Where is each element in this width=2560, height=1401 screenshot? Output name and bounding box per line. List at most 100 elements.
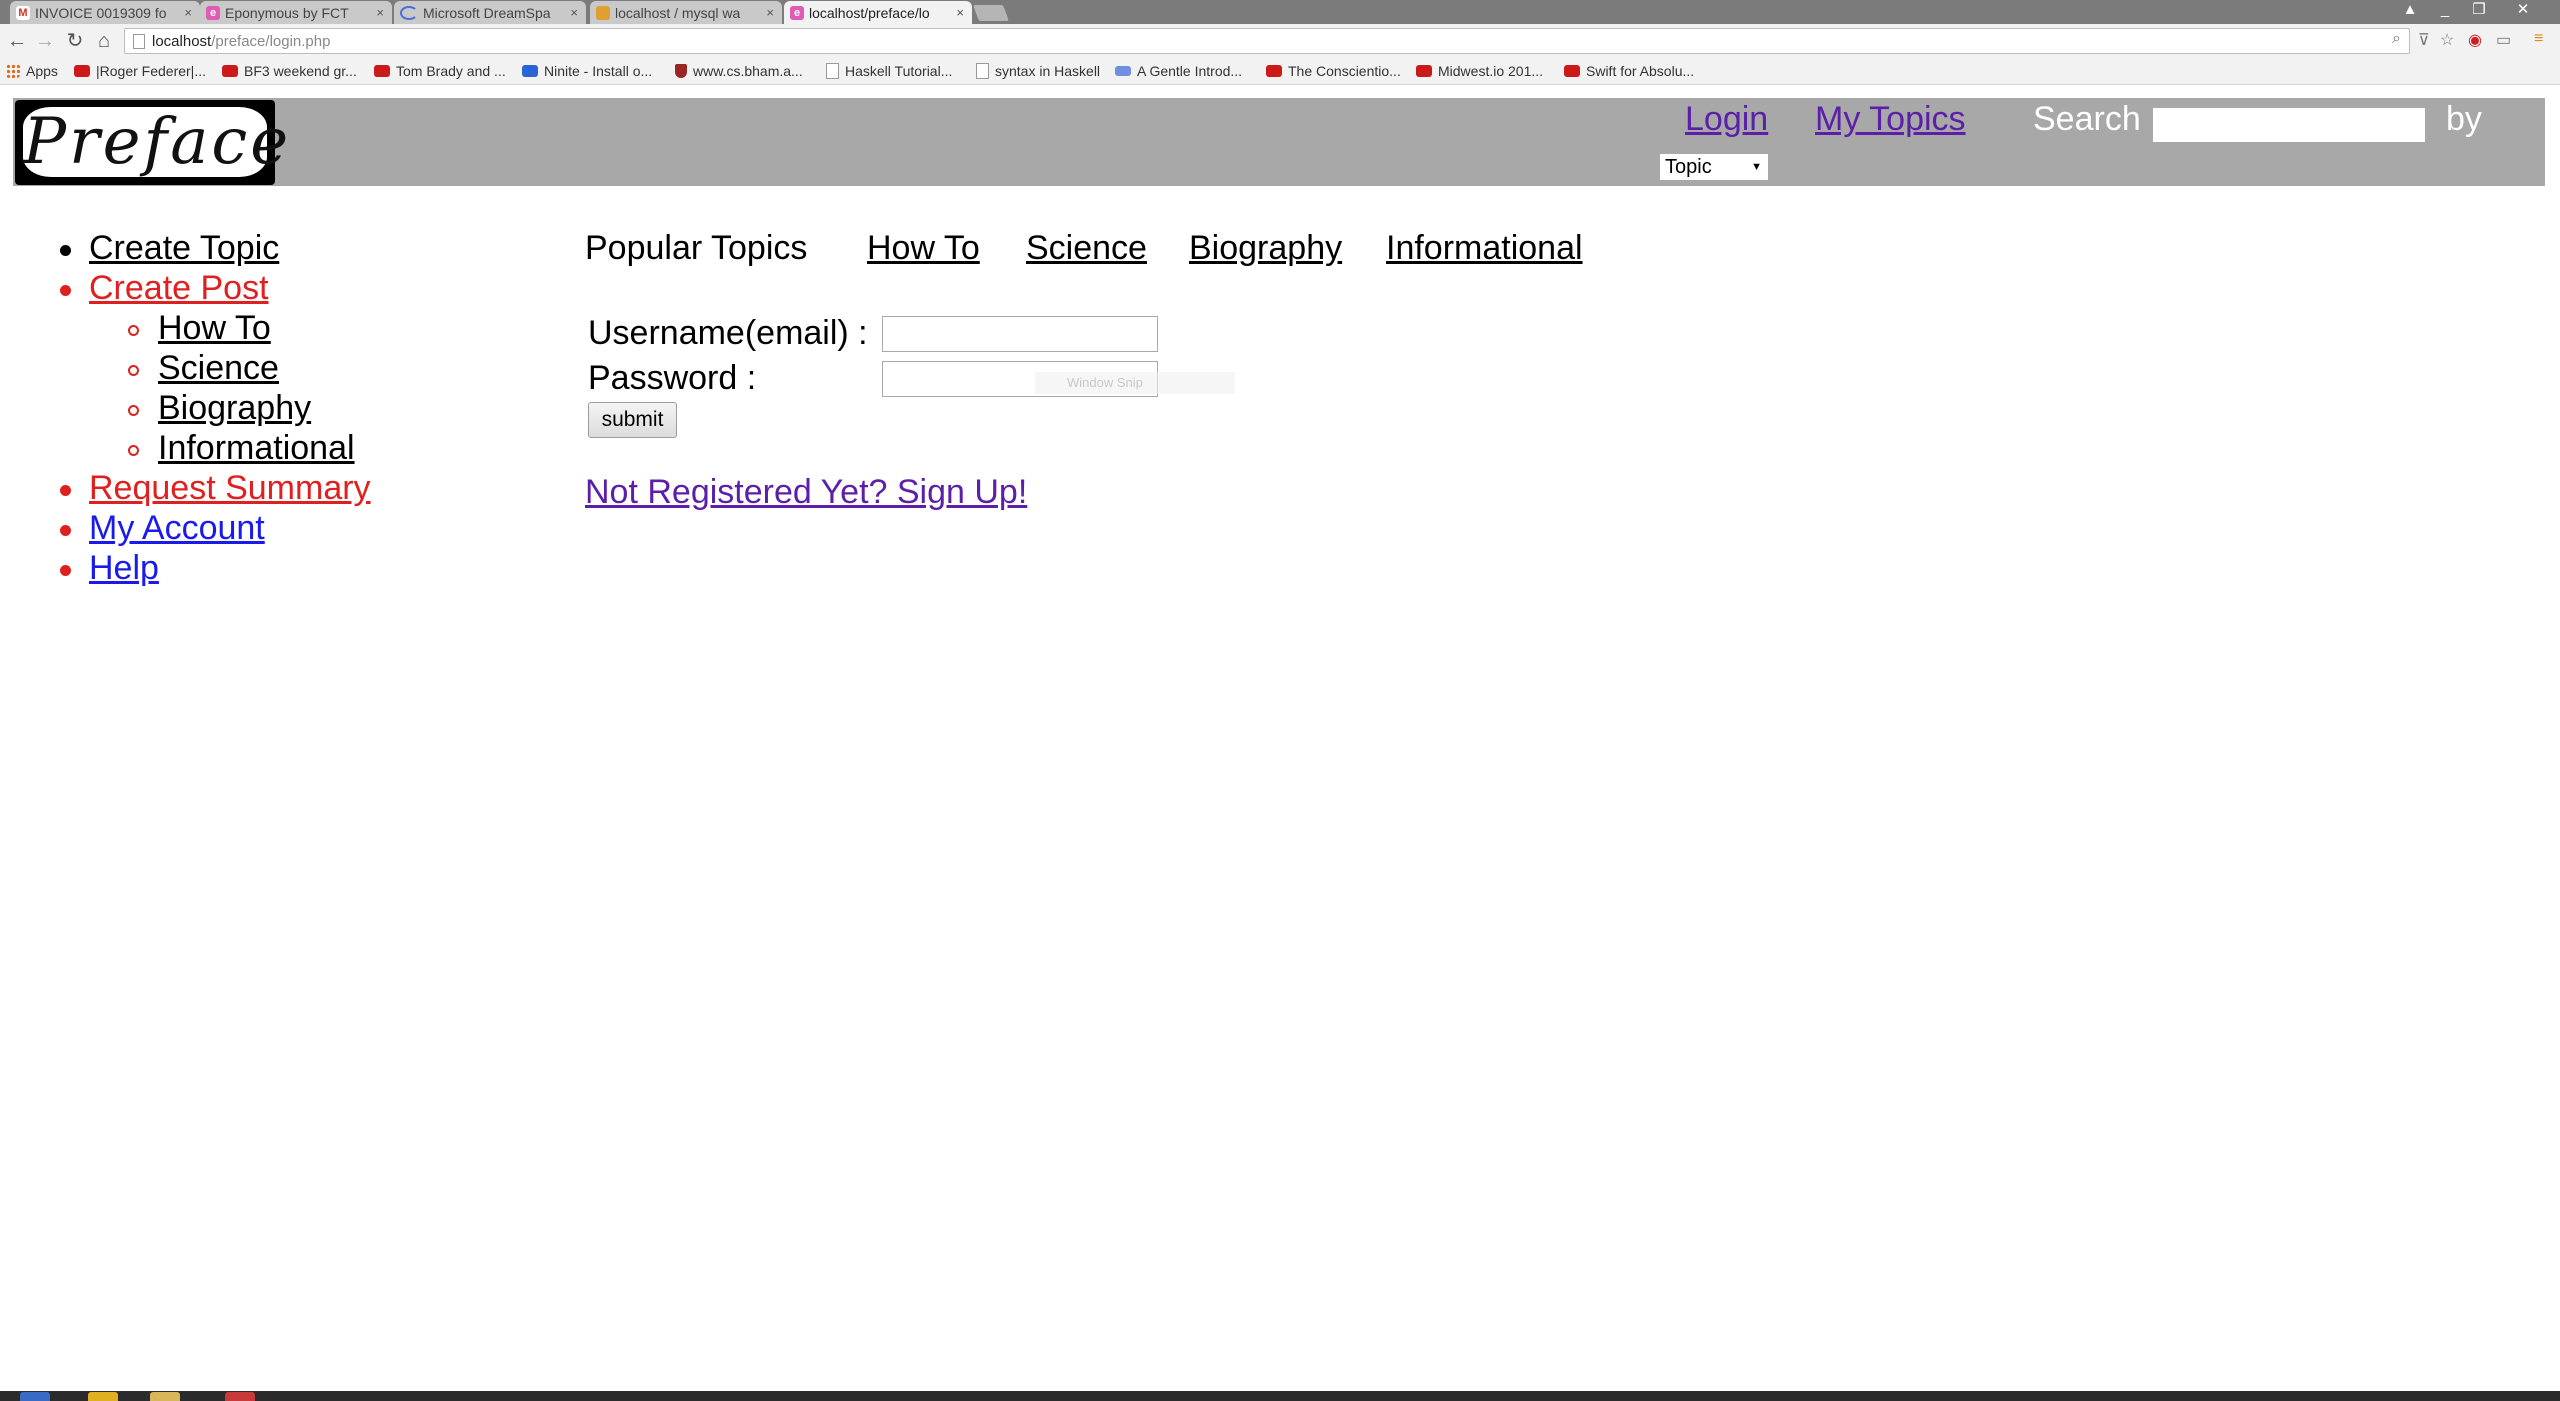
- chrome-taskbar-icon[interactable]: [88, 1392, 118, 1401]
- menu-icon[interactable]: ≡: [2534, 30, 2543, 48]
- back-arrow-icon[interactable]: ←: [4, 29, 30, 53]
- my-topics-link[interactable]: My Topics: [1815, 100, 1966, 139]
- site-icon: e: [206, 5, 220, 20]
- sidebar-item-request-summary[interactable]: Request Summary: [89, 468, 371, 508]
- search-input[interactable]: [2153, 108, 2425, 142]
- popular-link-science[interactable]: Science: [1026, 228, 1147, 268]
- signup-link[interactable]: Not Registered Yet? Sign Up!: [585, 472, 1027, 512]
- link-icon: [1115, 66, 1131, 76]
- bookmark-item[interactable]: The Conscientio...: [1266, 63, 1401, 79]
- start-icon[interactable]: [20, 1392, 50, 1401]
- sidebar-subitem-biography[interactable]: Biography: [158, 388, 311, 428]
- bookmark-item[interactable]: |Roger Federer|...: [74, 63, 206, 79]
- bookmark-item[interactable]: Haskell Tutorial...: [826, 63, 952, 79]
- circle-bullet-icon: [128, 365, 139, 376]
- circle-bullet-icon: [128, 405, 139, 416]
- search-by-label: by: [2446, 100, 2482, 138]
- bookmark-item[interactable]: Midwest.io 201...: [1416, 63, 1543, 79]
- site-header: Preface Login My Topics Search by Topic …: [13, 98, 2545, 186]
- login-link[interactable]: Login: [1685, 100, 1768, 139]
- browser-tab-invoice[interactable]: M INVOICE 0019309 fo ×: [10, 1, 200, 24]
- sidebar-subitem-how-to[interactable]: How To: [158, 308, 271, 348]
- search-by-value: Topic: [1665, 156, 1712, 178]
- popular-topics-label: Popular Topics: [585, 229, 808, 267]
- app-icon[interactable]: [225, 1392, 255, 1401]
- new-tab-button[interactable]: [973, 5, 1009, 21]
- search-label: Search: [2033, 100, 2141, 138]
- cast-icon[interactable]: ▭: [2496, 30, 2511, 50]
- youtube-icon: [374, 65, 390, 77]
- sidebar-subitem-informational[interactable]: Informational: [158, 428, 355, 468]
- phpmyadmin-icon: [596, 5, 610, 20]
- logo-text: Preface: [23, 105, 292, 179]
- browser-tab-dreamspark[interactable]: Microsoft DreamSpa ×: [394, 1, 586, 24]
- sidebar-item-create-post[interactable]: Create Post: [89, 268, 269, 308]
- tab-close-icon[interactable]: ×: [956, 5, 964, 20]
- browser-tab-preface-login[interactable]: e localhost/preface/lo ×: [784, 1, 972, 24]
- circle-bullet-icon: [128, 445, 139, 456]
- bookmark-item[interactable]: syntax in Haskell: [976, 63, 1100, 79]
- bookmark-label: BF3 weekend gr...: [244, 63, 357, 79]
- bookmark-label: Swift for Absolu...: [1586, 63, 1695, 79]
- bookmark-item[interactable]: www.cs.bham.a...: [675, 63, 803, 79]
- reload-icon[interactable]: ↻: [62, 29, 88, 53]
- bookmark-item[interactable]: BF3 weekend gr...: [222, 63, 357, 79]
- sidebar-item-help[interactable]: Help: [89, 548, 159, 588]
- sidebar-item-create-topic[interactable]: Create Topic: [89, 228, 279, 268]
- folder-icon[interactable]: [150, 1392, 180, 1401]
- page-icon: [826, 63, 839, 79]
- bookmark-item[interactable]: Swift for Absolu...: [1564, 63, 1694, 79]
- username-input[interactable]: [882, 316, 1158, 352]
- tab-title: localhost/preface/lo: [809, 4, 930, 21]
- os-taskbar: [0, 1391, 2560, 1401]
- bookmark-item[interactable]: Ninite - Install o...: [522, 63, 652, 79]
- sidebar-item-my-account[interactable]: My Account: [89, 508, 265, 548]
- apps-icon: [6, 64, 20, 78]
- popular-link-how-to[interactable]: How To: [867, 228, 980, 268]
- search-by-select[interactable]: Topic ▼: [1660, 154, 1768, 180]
- bookmarks-bar: Apps |Roger Federer|... BF3 weekend gr..…: [0, 58, 2560, 85]
- bullet-icon: [60, 285, 71, 296]
- bookmark-item[interactable]: Tom Brady and ...: [374, 63, 506, 79]
- tab-close-icon[interactable]: ×: [570, 5, 578, 20]
- window-snip-overlay: Window Snip: [1035, 372, 1235, 394]
- tab-title: localhost / mysql wa: [615, 4, 741, 21]
- browser-tab-eponymous[interactable]: e Eponymous by FCT ×: [200, 1, 392, 24]
- url-host: localhost: [152, 32, 212, 50]
- site-icon: e: [790, 5, 804, 20]
- popular-link-informational[interactable]: Informational: [1386, 228, 1583, 268]
- bookmark-item[interactable]: A Gentle Introd...: [1115, 63, 1242, 79]
- tab-title: Microsoft DreamSpa: [423, 4, 551, 21]
- tab-close-icon[interactable]: ×: [376, 5, 384, 20]
- loading-icon: [400, 5, 418, 20]
- address-bar[interactable]: localhost/preface/login.php: [124, 28, 2410, 54]
- tab-title: Eponymous by FCT: [225, 4, 349, 21]
- zoom-icon[interactable]: ⌕: [2392, 30, 2401, 48]
- sidebar-subitem-science[interactable]: Science: [158, 348, 279, 388]
- opera-extension-icon[interactable]: ◉: [2468, 30, 2482, 50]
- restore-icon[interactable]: ❐: [2464, 0, 2494, 20]
- bookmark-label: Haskell Tutorial...: [845, 63, 953, 79]
- bookmark-label: www.cs.bham.a...: [693, 63, 803, 79]
- bullet-icon: [60, 245, 71, 256]
- tab-close-icon[interactable]: ×: [766, 5, 774, 20]
- bookmark-label: The Conscientio...: [1288, 63, 1401, 79]
- forward-arrow-icon[interactable]: →: [32, 29, 58, 53]
- filter-icon[interactable]: ⊽: [2418, 30, 2430, 50]
- browser-tab-phpmyadmin[interactable]: localhost / mysql wa ×: [590, 1, 782, 24]
- popular-link-biography[interactable]: Biography: [1189, 228, 1342, 268]
- page-icon: [133, 33, 145, 49]
- circle-bullet-icon: [128, 325, 139, 336]
- tab-title: INVOICE 0019309 fo: [35, 4, 167, 21]
- home-icon[interactable]: ⌂: [91, 29, 117, 53]
- bookmark-label: Apps: [26, 63, 58, 79]
- tab-close-icon[interactable]: ×: [184, 5, 192, 20]
- close-window-icon[interactable]: ✕: [2508, 0, 2538, 20]
- submit-button[interactable]: submit: [588, 402, 677, 438]
- bookmark-star-icon[interactable]: ☆: [2440, 30, 2454, 50]
- user-icon[interactable]: ▲: [2395, 0, 2425, 20]
- minimize-icon[interactable]: _: [2430, 0, 2460, 20]
- bookmark-apps[interactable]: Apps: [6, 63, 58, 79]
- browser-toolbar: ← → ↻ ⌂ localhost/preface/login.php ⌕ ⊽ …: [0, 24, 2560, 59]
- site-logo[interactable]: Preface: [15, 100, 292, 185]
